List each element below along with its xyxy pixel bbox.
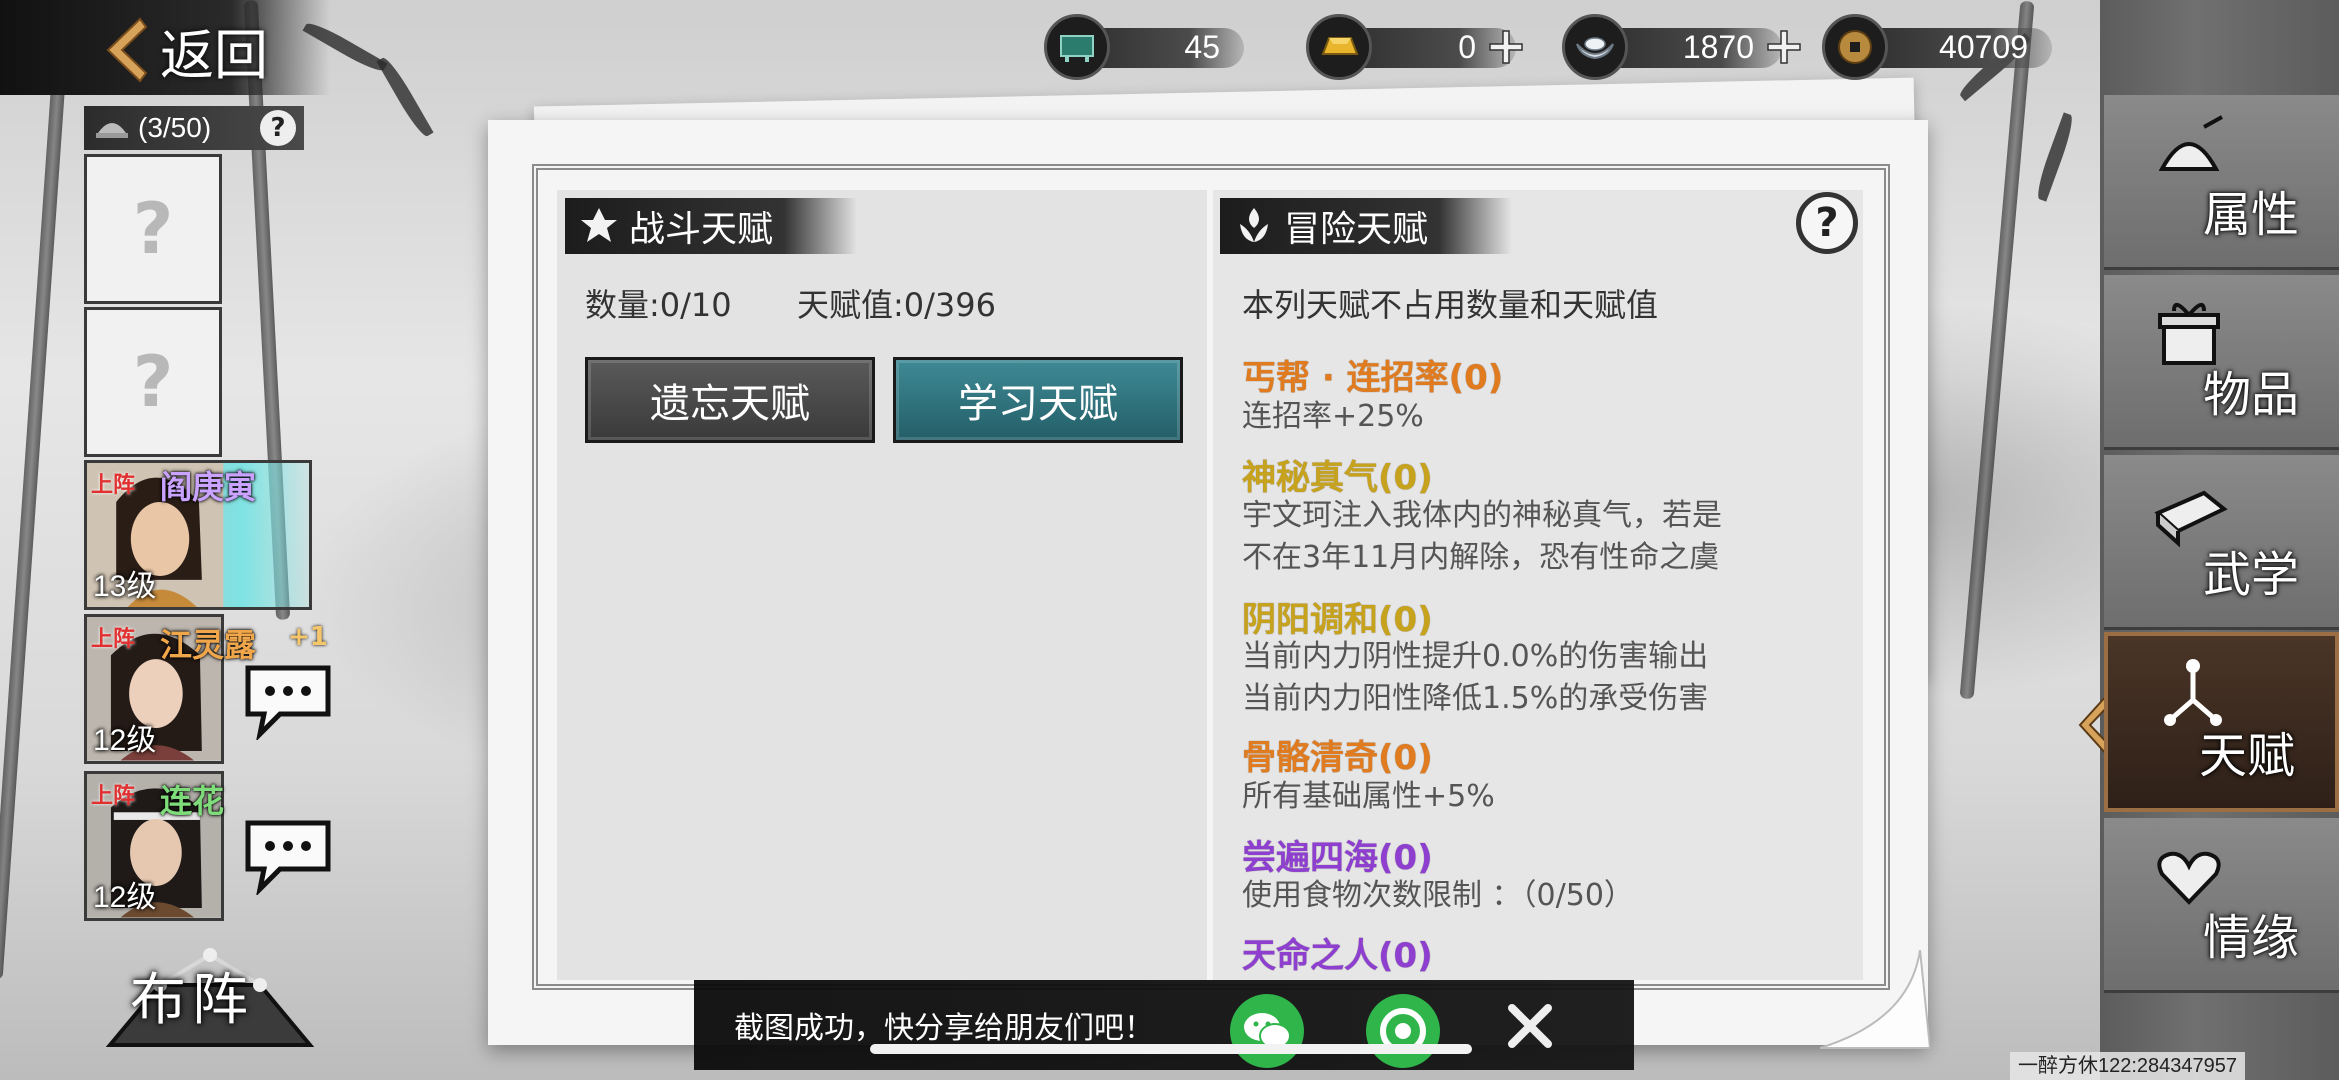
- resource-value: 45: [1184, 28, 1220, 65]
- deployed-tag: 上阵: [91, 784, 136, 809]
- tab-martial-arts[interactable]: 武学: [2104, 455, 2339, 630]
- chat-bubble-icon[interactable]: [240, 815, 336, 895]
- talent-name: 尝遍四海(0): [1242, 838, 1433, 878]
- share-wechat-button[interactable]: [1230, 994, 1304, 1068]
- page-curl-decoration: [1820, 950, 1930, 1049]
- helmet-icon: [96, 123, 128, 138]
- empty-hero-slot[interactable]: ?: [84, 154, 222, 304]
- talent-value: 天赋值:0/396: [797, 286, 997, 324]
- ticket-icon: [1044, 14, 1110, 80]
- combat-talent-title: 战斗天赋: [565, 198, 857, 254]
- background-bamboo: [0, 80, 66, 980]
- resource-silver: 1870: [1562, 14, 1832, 80]
- screenshot-share-toast: 截图成功，快分享给朋友们吧！: [694, 980, 1634, 1070]
- adventure-note: 本列天赋不占用数量和天赋值: [1242, 286, 1659, 324]
- talent-description: 宇文珂注入我体内的神秘真气，若是: [1242, 498, 1722, 533]
- talent-name: 天命之人(0): [1242, 936, 1433, 976]
- background-leaf: [376, 54, 434, 140]
- forget-talent-button[interactable]: 遗忘天赋: [585, 357, 875, 443]
- resource-value: 1870: [1682, 28, 1754, 65]
- formation-label: 布阵: [130, 968, 254, 1033]
- hero-name: 阎庚寅: [160, 468, 257, 506]
- deployed-tag: 上阵: [91, 473, 136, 498]
- add-silver-button[interactable]: [1766, 29, 1802, 65]
- hero-level: 12级: [93, 724, 157, 757]
- adventure-talent-title: 冒险天赋: [1220, 198, 1512, 254]
- home-indicator[interactable]: [870, 1044, 1472, 1054]
- back-button[interactable]: 返回: [100, 10, 268, 90]
- hero-level: 12级: [93, 881, 157, 914]
- resource-value: 0: [1458, 28, 1476, 65]
- talent-name: 骨骼清奇(0): [1242, 738, 1433, 778]
- adventure-help-button[interactable]: ?: [1796, 192, 1858, 254]
- talent-description: 连招率+25%: [1242, 399, 1424, 434]
- tab-attributes[interactable]: 属性: [2104, 95, 2339, 270]
- share-moments-button[interactable]: [1366, 994, 1440, 1068]
- talent-description: 当前内力阳性降低1.5%的承受伤害: [1242, 681, 1709, 716]
- hero-plus-badge: +1: [288, 622, 328, 652]
- empty-hero-slot[interactable]: ?: [84, 307, 222, 457]
- deployed-tag: 上阵: [91, 627, 136, 652]
- resource-gold: 0: [1306, 14, 1546, 80]
- hero-name: 连花: [160, 782, 225, 820]
- add-gold-button[interactable]: [1488, 29, 1524, 65]
- talent-description: 所有基础属性+5%: [1242, 779, 1495, 814]
- chevron-left-icon: [106, 17, 148, 83]
- adventure-talent-icon: [1240, 208, 1268, 242]
- formation-button[interactable]: 布阵: [100, 945, 320, 1055]
- roster-header: (3/50) ?: [84, 106, 304, 150]
- roster-help-button[interactable]: ?: [260, 110, 296, 146]
- chat-bubble-icon[interactable]: [240, 660, 336, 740]
- talent-description: 使用食物次数限制 ：（0/50）: [1242, 878, 1634, 913]
- hero-level: 13级: [93, 570, 157, 603]
- resource-ticket: 45: [1044, 14, 1244, 80]
- tab-relationships[interactable]: 情缘: [2104, 818, 2339, 993]
- tab-talent[interactable]: 天赋: [2104, 632, 2339, 812]
- background-leaf: [2033, 112, 2077, 202]
- resource-copper: 40709: [1822, 14, 2062, 80]
- tab-items[interactable]: 物品: [2104, 275, 2339, 450]
- silver-ingot-icon: [1562, 14, 1628, 80]
- toast-message: 截图成功，快分享给朋友们吧！: [734, 1011, 1154, 1046]
- roster-count: (3/50): [138, 112, 212, 143]
- talent-name: 丐帮 · 连招率(0): [1242, 358, 1504, 398]
- talent-description: 不在3年11月内解除，恐有性命之虞: [1242, 540, 1720, 575]
- combat-talent-icon: [581, 208, 617, 242]
- learn-talent-button[interactable]: 学习天赋: [893, 357, 1183, 443]
- back-label: 返回: [160, 23, 268, 87]
- talent-name: 阴阳调和(0): [1242, 600, 1433, 640]
- copper-coin-icon: [1822, 14, 1888, 80]
- talent-count: 数量:0/10: [585, 286, 732, 324]
- talent-description: 当前内力阴性提升0.0%的伤害输出: [1242, 639, 1709, 674]
- resource-value: 40709: [1939, 28, 2028, 65]
- gold-bar-icon: [1306, 14, 1372, 80]
- watermark: 一醉方休122:284347957: [2010, 1052, 2246, 1080]
- close-icon[interactable]: [1502, 998, 1558, 1054]
- talent-name: 神秘真气(0): [1242, 458, 1433, 498]
